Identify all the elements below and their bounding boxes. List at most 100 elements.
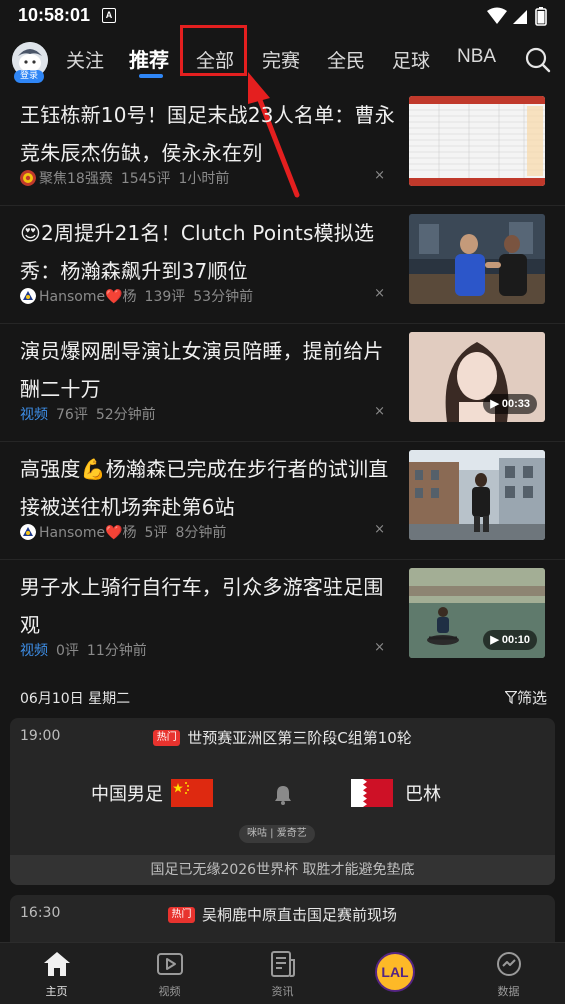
tab-follow[interactable]: 关注: [66, 46, 104, 73]
lakers-logo-text: LAL: [381, 964, 409, 980]
status-time: 10:58:01: [18, 5, 91, 25]
status-icons: [487, 7, 547, 26]
news-thumbnail: [409, 214, 545, 304]
news-source[interactable]: Hansome❤️杨: [39, 522, 137, 542]
nav-home[interactable]: 主页: [0, 943, 113, 1004]
hot-badge: 热门: [167, 906, 195, 923]
bottom-nav: 主页 视频 资讯 LAL 数据: [0, 942, 565, 1004]
notification-icon: A: [102, 8, 116, 23]
news-source[interactable]: 聚焦18强赛: [39, 168, 113, 188]
news-meta: 聚焦18强赛 1545评 1小时前 ×: [20, 168, 385, 188]
match-title-row: 热门 吴桐鹿中原直击国足赛前现场: [10, 904, 555, 925]
news-thumbnail: [409, 450, 545, 540]
duration-text: 00:33: [501, 398, 530, 410]
dismiss-button[interactable]: ×: [374, 404, 385, 419]
tab-finished[interactable]: 完赛: [262, 46, 300, 73]
tab-people[interactable]: 全民: [327, 46, 365, 73]
bahrain-flag-icon: [351, 779, 393, 807]
news-meta: Hansome❤️杨 139评 53分钟前 ×: [20, 286, 385, 306]
news-title: 演员爆网剧导演让女演员陪睡，提前给片酬二十万: [20, 339, 384, 401]
wifi-icon: [487, 7, 507, 24]
top-nav: 登录 关注 推荐 全部 完赛 全民 足球 NBA: [0, 34, 565, 88]
news-comments: 1545评: [120, 171, 171, 187]
news-icon: [271, 951, 295, 977]
bell-icon[interactable]: [272, 784, 294, 806]
home-icon: [44, 952, 70, 976]
nav-team-lal[interactable]: LAL: [339, 943, 452, 1004]
news-source[interactable]: Hansome❤️杨: [39, 286, 137, 306]
filter-icon: [504, 690, 518, 705]
data-icon: [497, 952, 521, 976]
video-duration: ▶ 00:33: [483, 394, 537, 414]
video-thumbnail[interactable]: ▶ 00:33: [409, 332, 545, 422]
news-item[interactable]: 高强度💪杨瀚森已完成在步行者的试训直接被送往机场奔赴第6站 Hansome❤️杨…: [0, 442, 565, 560]
home-team-name: 中国男足: [91, 784, 163, 805]
news-item[interactable]: 演员爆网剧导演让女演员陪睡，提前给片酬二十万 视频 76评 52分钟前 × ▶ 00…: [0, 324, 565, 442]
video-icon: [157, 953, 183, 975]
news-title: 王钰栋新10号！国足末战23人名单：曹永竞朱辰杰伤缺，侯永永在列: [20, 103, 395, 165]
source-logo-icon: [20, 170, 36, 186]
tab-football[interactable]: 足球: [392, 46, 430, 73]
news-meta: 视频 76评 52分钟前 ×: [20, 404, 385, 424]
lakers-logo-icon: LAL: [375, 952, 415, 992]
broadcast-providers: 咪咕 | 爱奇艺: [239, 825, 315, 843]
basketball-players-image: [409, 214, 545, 304]
source-logo-icon: [20, 288, 36, 304]
status-bar: 10:58:01 A: [0, 0, 565, 34]
source-logo-icon: [20, 524, 36, 540]
news-source[interactable]: 视频: [20, 404, 48, 424]
video-duration: ▶ 00:10: [483, 630, 537, 650]
news-time: 53分钟前: [193, 289, 254, 305]
news-comments: 139评: [144, 289, 186, 305]
news-title: 😍2周提升21名！Clutch Points模拟选秀：杨瀚森飙升到37顺位: [20, 221, 375, 283]
news-meta: Hansome❤️杨 5评 8分钟前 ×: [20, 522, 385, 542]
away-team-name: 巴林: [405, 784, 441, 805]
match-title: 世预赛亚洲区第三阶段C组第10轮: [187, 729, 412, 747]
schedule-date: 06月10日 星期二: [20, 691, 131, 707]
news-item[interactable]: 男子水上骑行自行车，引众多游客驻足围观 视频 0评 11分钟前 × ▶ 00:10: [0, 560, 565, 678]
nav-video-label: 视频: [158, 985, 181, 998]
tab-recommend[interactable]: 推荐: [129, 44, 169, 73]
nav-news[interactable]: 资讯: [226, 943, 339, 1004]
news-time: 52分钟前: [95, 407, 156, 423]
news-thumbnail: [409, 96, 545, 186]
roster-table-image: [409, 96, 545, 186]
login-badge[interactable]: 登录: [14, 70, 44, 83]
match-title-row: 热门 世预赛亚洲区第三阶段C组第10轮: [10, 727, 555, 748]
filter-label: 筛选: [516, 689, 547, 707]
highlight-box: [180, 25, 247, 76]
news-meta: 视频 0评 11分钟前 ×: [20, 640, 385, 660]
dismiss-button[interactable]: ×: [374, 522, 385, 537]
china-flag-icon: [171, 779, 213, 807]
battery-icon: [535, 7, 547, 26]
match-note: 国足已无缘2026世界杯 取胜才能避免垫底: [10, 855, 555, 885]
news-comments: 0评: [56, 643, 79, 659]
tab-nba[interactable]: NBA: [457, 46, 496, 68]
dismiss-button[interactable]: ×: [374, 286, 385, 301]
signal-icon: [513, 10, 527, 24]
match-card[interactable]: 19:00 热门 世预赛亚洲区第三阶段C组第10轮 中国男足 巴林 咪咕 | 爱奇…: [10, 718, 555, 885]
news-time: 8分钟前: [175, 525, 227, 541]
nav-data[interactable]: 数据: [452, 943, 565, 1004]
news-comments: 76评: [56, 407, 88, 423]
hot-badge: 热门: [153, 729, 181, 746]
video-thumbnail[interactable]: ▶ 00:10: [409, 568, 545, 658]
dismiss-button[interactable]: ×: [374, 168, 385, 183]
news-item[interactable]: 王钰栋新10号！国足末战23人名单：曹永竞朱辰杰伤缺，侯永永在列 聚焦18强赛 1…: [0, 88, 565, 206]
dismiss-button[interactable]: ×: [374, 640, 385, 655]
filter-button[interactable]: 筛选: [504, 687, 547, 708]
news-comments: 5评: [144, 525, 168, 541]
news-title: 高强度💪杨瀚森已完成在步行者的试训直接被送往机场奔赴第6站: [20, 457, 389, 519]
schedule-header: 06月10日 星期二 筛选: [0, 678, 565, 718]
news-time: 11分钟前: [86, 643, 147, 659]
search-icon[interactable]: [524, 46, 552, 74]
nav-news-label: 资讯: [271, 985, 294, 998]
news-item[interactable]: 😍2周提升21名！Clutch Points模拟选秀：杨瀚森飙升到37顺位 Ha…: [0, 206, 565, 324]
street-photo-image: [409, 450, 545, 540]
active-tab-indicator: [139, 74, 163, 78]
nav-data-label: 数据: [497, 985, 520, 998]
nav-home-label: 主页: [45, 985, 68, 998]
match-title: 吴桐鹿中原直击国足赛前现场: [201, 906, 397, 924]
news-source[interactable]: 视频: [20, 640, 48, 660]
nav-video[interactable]: 视频: [113, 943, 226, 1004]
